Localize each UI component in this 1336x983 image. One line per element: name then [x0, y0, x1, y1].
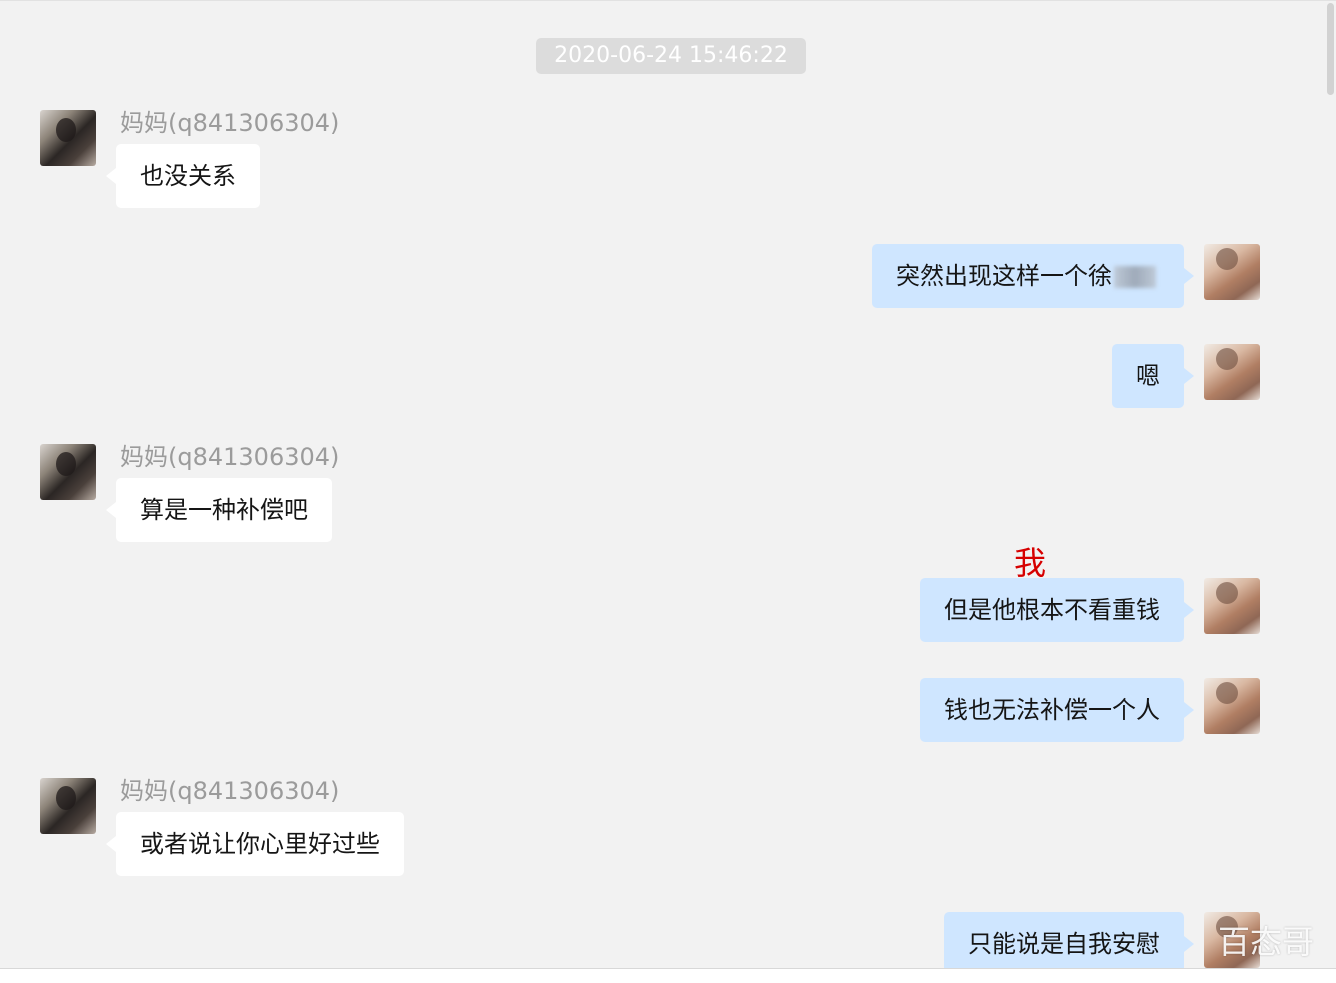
- message-bubble-outgoing[interactable]: 但是他根本不看重钱: [920, 578, 1194, 642]
- input-area-edge: [0, 968, 1336, 983]
- watermark: 百态哥: [1218, 923, 1315, 961]
- sender-name: 妈妈(q841306304): [120, 777, 340, 805]
- mom-avatar-icon[interactable]: [40, 444, 96, 500]
- my-avatar-icon[interactable]: [1204, 344, 1260, 400]
- scrollbar-thumb[interactable]: [1327, 3, 1334, 95]
- chat-history-panel: 2020-06-24 15:46:22 妈妈(q841306304) 也没关系 …: [0, 0, 1336, 968]
- timestamp: 2020-06-24 15:46:22: [536, 38, 806, 74]
- vertical-scrollbar[interactable]: [1324, 3, 1336, 968]
- redacted-text-blur: [1114, 266, 1156, 288]
- mom-avatar-icon[interactable]: [40, 778, 96, 834]
- message-bubble-outgoing[interactable]: 只能说是自我安慰: [944, 912, 1194, 968]
- message-bubble-incoming[interactable]: 或者说让你心里好过些: [106, 812, 404, 876]
- message-bubble-incoming[interactable]: 也没关系: [106, 144, 260, 208]
- message-bubble-outgoing[interactable]: 嗯: [1112, 344, 1194, 408]
- my-avatar-icon[interactable]: [1204, 244, 1260, 300]
- my-avatar-icon[interactable]: [1204, 678, 1260, 734]
- mom-avatar-icon[interactable]: [40, 110, 96, 166]
- message-bubble-incoming[interactable]: 算是一种补偿吧: [106, 478, 332, 542]
- message-bubble-outgoing[interactable]: 突然出现这样一个徐: [872, 244, 1194, 308]
- message-text: 突然出现这样一个徐: [896, 262, 1112, 290]
- red-annotation-label: 我: [1014, 544, 1047, 582]
- sender-name: 妈妈(q841306304): [120, 443, 340, 471]
- my-avatar-icon[interactable]: [1204, 578, 1260, 634]
- message-bubble-outgoing[interactable]: 钱也无法补偿一个人: [920, 678, 1194, 742]
- sender-name: 妈妈(q841306304): [120, 109, 340, 137]
